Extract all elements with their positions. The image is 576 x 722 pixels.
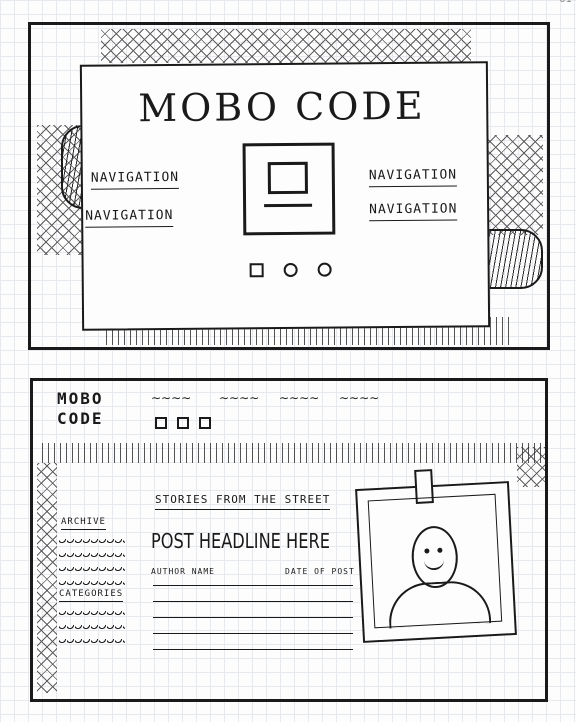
post-headline[interactable]: POST HEADLINE HERE [151, 529, 330, 553]
page-number: 01 [559, 0, 572, 5]
logo[interactable]: MOBO CODE [138, 84, 426, 131]
nav-link-right-2[interactable]: NAVIGATION [369, 201, 458, 222]
menu-item[interactable]: ∼∼∼∼ [219, 391, 259, 405]
hero-card: MOBO CODE NAVIGATION NAVIGATION NAVIGATI… [79, 61, 491, 331]
hatched-background [37, 443, 543, 463]
logo-line-2[interactable]: CODE [57, 409, 104, 429]
logo-line-1[interactable]: MOBO [57, 389, 104, 409]
menu-item[interactable]: ∼∼∼∼ [339, 391, 379, 405]
body-text-line [153, 601, 353, 602]
body-text-line [153, 633, 353, 634]
archive-link[interactable] [59, 567, 125, 573]
post-date: DATE OF POST [285, 567, 355, 576]
landing-page-sketch: MOBO CODE NAVIGATION NAVIGATION NAVIGATI… [28, 22, 550, 350]
circle-icon[interactable] [317, 262, 332, 277]
hatched-background [37, 463, 57, 693]
hatched-background [101, 29, 471, 63]
square-icon[interactable] [199, 417, 211, 429]
nav-link-left-2[interactable]: NAVIGATION [85, 207, 174, 228]
circle-icon[interactable] [283, 262, 298, 278]
nav-link-left-1[interactable]: NAVIGATION [90, 169, 180, 190]
archive-link[interactable] [59, 553, 125, 559]
section-title: STORIES FROM THE STREET [155, 493, 331, 510]
body-text-line [153, 617, 353, 618]
archive-link[interactable] [59, 539, 125, 545]
category-link[interactable] [59, 611, 125, 617]
body-text-line [153, 585, 353, 586]
category-link[interactable] [59, 625, 125, 631]
author-photo [355, 469, 517, 643]
square-icon[interactable] [155, 417, 167, 429]
category-link[interactable] [59, 639, 125, 645]
square-icon[interactable] [177, 417, 189, 429]
nav-link-right-1[interactable]: NAVIGATION [368, 167, 458, 188]
blog-page-sketch: MOBO CODE ∼∼∼∼ ∼∼∼∼ ∼∼∼∼ ∼∼∼∼ ARCHIVE CA… [30, 378, 548, 702]
author-name[interactable]: AUTHOR NAME [151, 567, 215, 576]
archive-link[interactable] [59, 581, 125, 587]
menu-item[interactable]: ∼∼∼∼ [151, 391, 191, 405]
menu-item[interactable]: ∼∼∼∼ [279, 391, 319, 405]
archive-heading: ARCHIVE [61, 517, 106, 530]
face-icon [410, 524, 460, 590]
body-text-line [153, 649, 353, 650]
center-image-placeholder [242, 142, 336, 236]
categories-heading: CATEGORIES [59, 589, 124, 602]
hatched-background [517, 447, 545, 487]
square-icon[interactable] [249, 263, 264, 278]
